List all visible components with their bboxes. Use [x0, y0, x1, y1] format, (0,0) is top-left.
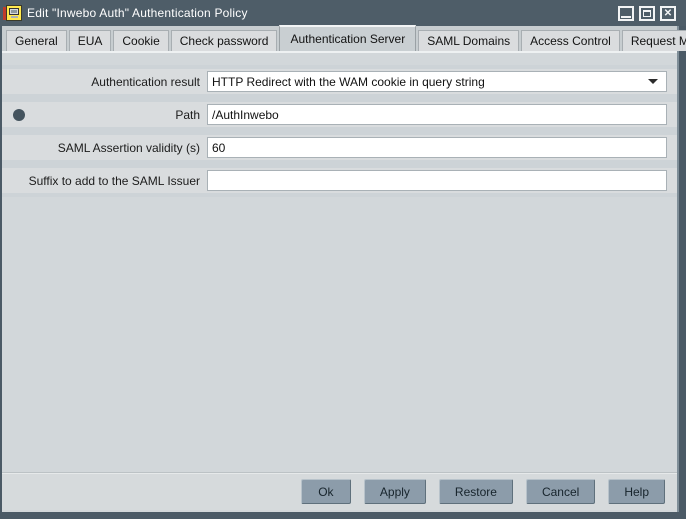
tab-general[interactable]: General: [6, 30, 67, 51]
path-input[interactable]: [207, 104, 667, 125]
form-row-path: Path: [2, 98, 677, 131]
tab-eua[interactable]: EUA: [69, 30, 112, 51]
authentication-result-label: Authentication result: [2, 75, 207, 89]
minimize-glyph: [621, 16, 631, 18]
form-row-saml-assertion-validity: SAML Assertion validity (s): [2, 131, 677, 164]
tab-access-control[interactable]: Access Control: [521, 30, 620, 51]
window-title: Edit "Inwebo Auth" Authentication Policy: [27, 6, 618, 20]
tab-authentication-server[interactable]: Authentication Server: [279, 25, 416, 51]
maximize-glyph: [643, 10, 651, 17]
authentication-result-select[interactable]: HTTP Redirect with the WAM cookie in que…: [207, 71, 667, 92]
minimize-icon[interactable]: [618, 6, 634, 21]
saml-assertion-validity-label: SAML Assertion validity (s): [2, 141, 207, 155]
form-row-authentication-result: Authentication result HTTP Redirect with…: [2, 65, 677, 98]
saml-assertion-validity-input[interactable]: [207, 137, 667, 158]
cancel-button[interactable]: Cancel: [526, 479, 595, 504]
status-dot-icon: [13, 109, 25, 121]
maximize-icon[interactable]: [639, 6, 655, 21]
window-controls: ✕: [618, 6, 676, 21]
authentication-result-value: HTTP Redirect with the WAM cookie in que…: [212, 75, 648, 89]
saml-issuer-suffix-label: Suffix to add to the SAML Issuer: [2, 174, 207, 188]
path-label: Path: [2, 108, 207, 122]
chevron-down-icon: [648, 79, 658, 84]
restore-button[interactable]: Restore: [439, 479, 513, 504]
saml-issuer-suffix-input[interactable]: [207, 170, 667, 191]
help-button[interactable]: Help: [608, 479, 665, 504]
app-icon-base: [11, 16, 18, 18]
app-icon-screen: [11, 10, 17, 13]
button-bar: Ok Apply Restore Cancel Help: [2, 472, 677, 510]
tab-check-password[interactable]: Check password: [171, 30, 278, 51]
tab-request-manager[interactable]: Request Manager: [622, 30, 686, 51]
close-icon[interactable]: ✕: [660, 6, 676, 21]
tab-bar: General EUA Cookie Check password Authen…: [2, 26, 677, 53]
ok-button[interactable]: Ok: [301, 479, 351, 504]
tab-content-authentication-server: Authentication result HTTP Redirect with…: [2, 53, 677, 472]
dialog-window: Edit "Inwebo Auth" Authentication Policy…: [0, 0, 686, 519]
tab-cookie[interactable]: Cookie: [113, 30, 168, 51]
titlebar: Edit "Inwebo Auth" Authentication Policy…: [0, 0, 686, 26]
dialog-body: General EUA Cookie Check password Authen…: [2, 26, 677, 512]
close-glyph: ✕: [662, 8, 674, 19]
apply-button[interactable]: Apply: [364, 479, 426, 504]
tab-saml-domains[interactable]: SAML Domains: [418, 30, 519, 51]
form-row-saml-issuer-suffix: Suffix to add to the SAML Issuer: [2, 164, 677, 197]
app-icon: [3, 4, 24, 22]
